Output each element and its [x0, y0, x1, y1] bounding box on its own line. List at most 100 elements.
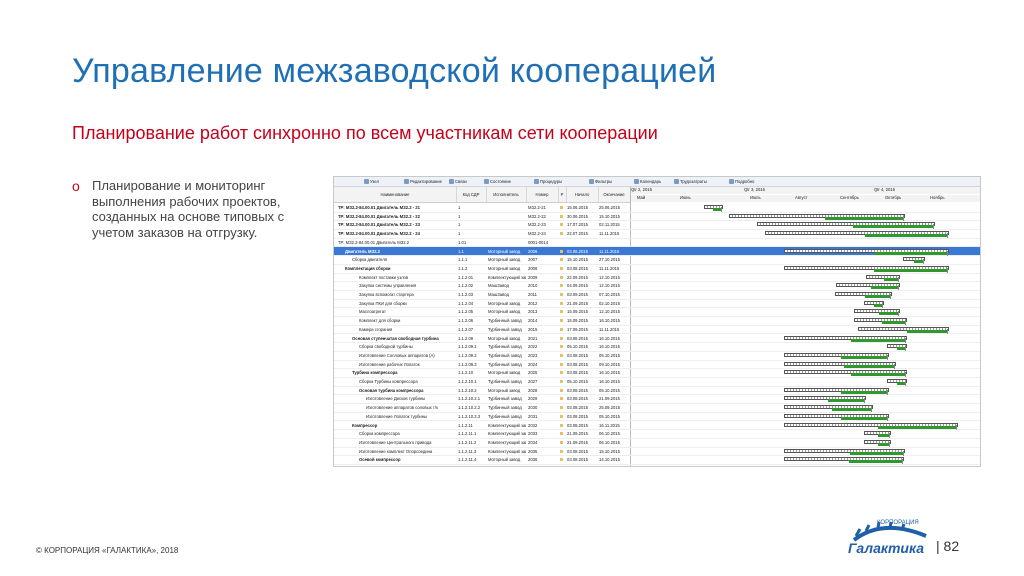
start-date: 30.06.2015 [567, 213, 588, 219]
task-number: 2008 [528, 265, 538, 271]
actual-bar[interactable] [896, 347, 905, 351]
actual-bar[interactable] [844, 364, 894, 368]
executor: Турбинный завод [488, 405, 522, 411]
actual-bar[interactable] [882, 321, 905, 325]
actual-bar[interactable] [828, 399, 865, 403]
task-name: Основая турбина компрессора [359, 387, 424, 393]
task-number: 2025 [528, 370, 538, 376]
toolbar-menu-label: Узел [370, 178, 379, 184]
column-header-6[interactable]: Окончание [598, 187, 631, 202]
toolbar-menu-3[interactable]: Состояние [484, 178, 511, 184]
bullet-marker: o [72, 178, 80, 194]
actual-bar[interactable] [874, 303, 883, 307]
status-flag-icon [560, 440, 563, 444]
start-date: 04.09.2015 [567, 283, 588, 289]
end-date: 16.10.2015 [599, 379, 620, 384]
task-name: Изготовление Лопаток турбины [366, 413, 428, 419]
task-name: Маслоагрегат [359, 309, 386, 315]
table-row[interactable]: Изготовление Направляющих лопаток1.1.2.1… [334, 464, 980, 467]
actual-bar[interactable] [840, 390, 888, 394]
toolbar-menu-4[interactable]: Процедуры [534, 178, 562, 184]
status-flag-icon [560, 432, 563, 436]
status-flag-icon [560, 362, 563, 366]
actual-bar[interactable] [877, 442, 889, 446]
actual-bar[interactable] [896, 382, 905, 385]
end-date: 05.10.2015 [599, 387, 620, 393]
task-name: Изготовление Направляющих лопаток [366, 465, 456, 466]
actual-bar[interactable] [883, 277, 899, 281]
start-date: 03.08.2015 [567, 352, 588, 358]
wbs-code: 1.1.2.11.3 [458, 448, 477, 454]
executor [488, 221, 526, 228]
start-date: 03.08.2015 [567, 396, 588, 402]
column-header-0[interactable]: Наименование [334, 187, 457, 202]
status-flag-icon [560, 449, 563, 453]
actual-bar[interactable] [850, 338, 905, 342]
task-number: 2010 [528, 283, 538, 289]
actual-bar[interactable] [713, 208, 721, 211]
end-date: 21.09.2015 [599, 396, 620, 402]
actual-bar[interactable] [877, 434, 889, 438]
actual-bar[interactable] [848, 460, 902, 464]
toolbar-menu-1[interactable]: Редактирование [404, 178, 442, 184]
actual-bar[interactable] [831, 408, 871, 412]
end-date: 16.10.2015 [599, 370, 620, 376]
wbs-code: 1.01 [458, 239, 467, 245]
plan-bar[interactable] [784, 466, 869, 467]
end-date: 15.10.2015 [599, 213, 620, 219]
actual-bar[interactable] [878, 312, 899, 316]
actual-bar[interactable] [907, 329, 948, 333]
end-date [599, 239, 630, 246]
menu-icon [634, 178, 639, 184]
actual-bar[interactable] [873, 251, 948, 255]
actual-bar[interactable] [840, 355, 888, 359]
toolbar-menu-7[interactable]: Трудозатраты [674, 178, 707, 184]
actual-bar[interactable] [914, 260, 923, 264]
actual-bar[interactable] [865, 234, 948, 238]
toolbar-menu-5[interactable]: Фильтры [589, 178, 612, 184]
status-flag-icon [560, 371, 563, 375]
actual-bar[interactable] [849, 451, 904, 455]
toolbar-menu-0[interactable]: Узел [364, 178, 379, 184]
executor: Турбинный завод [488, 396, 522, 402]
menu-icon [404, 178, 409, 184]
actual-bar[interactable] [824, 216, 904, 220]
column-header-1[interactable]: Код СДР [456, 187, 487, 202]
task-name: Закупка системы управления [359, 283, 417, 289]
toolbar-menu-2[interactable]: Связи [449, 178, 467, 184]
start-date: 15.09.2015 [567, 318, 588, 324]
column-header-2[interactable]: Исполнитель [486, 187, 527, 202]
start-date: 03.08.2015 [567, 448, 588, 454]
task-number: 2033 [528, 431, 538, 437]
toolbar-menu-label: Фильтры [595, 178, 613, 184]
task-number: 2027 [528, 379, 538, 384]
executor [488, 204, 526, 211]
toolbar-menu-label: Процедуры [540, 178, 563, 184]
wbs-code: 1.1.2.11 [458, 422, 473, 428]
actual-bar[interactable] [878, 425, 956, 429]
actual-bar[interactable] [840, 416, 888, 420]
menu-icon [534, 178, 539, 184]
toolbar-menu-label: Трудозатраты [680, 178, 707, 184]
start-date: 03.08.2015 [567, 465, 598, 466]
end-date: 12.10.2015 [599, 283, 620, 289]
toolbar-menu-8[interactable]: Подробно [729, 178, 754, 184]
wbs-code: 1.1.1 [458, 257, 468, 263]
task-number: 2021 [528, 335, 538, 341]
toolbar-menu-6[interactable]: Календарь [634, 178, 661, 184]
logo-caption: КОРПОРАЦИЯ [877, 520, 919, 526]
start-date: 15.10.2015 [567, 257, 588, 263]
actual-bar[interactable] [850, 373, 905, 377]
column-header-5[interactable]: Начало [566, 187, 599, 202]
status-flag-icon [560, 214, 563, 218]
menu-icon [589, 178, 594, 184]
executor: Моторный завод [488, 309, 521, 315]
column-header-3[interactable]: Номер [526, 187, 559, 202]
actual-bar[interactable] [870, 286, 899, 290]
logo-name: Галактика [848, 540, 925, 556]
actual-bar[interactable] [865, 295, 891, 298]
task-name: Сборка двигателя [352, 257, 387, 263]
gantt-month-header: Июнь [674, 195, 751, 202]
actual-bar[interactable] [873, 268, 948, 272]
actual-bar[interactable] [853, 225, 933, 229]
